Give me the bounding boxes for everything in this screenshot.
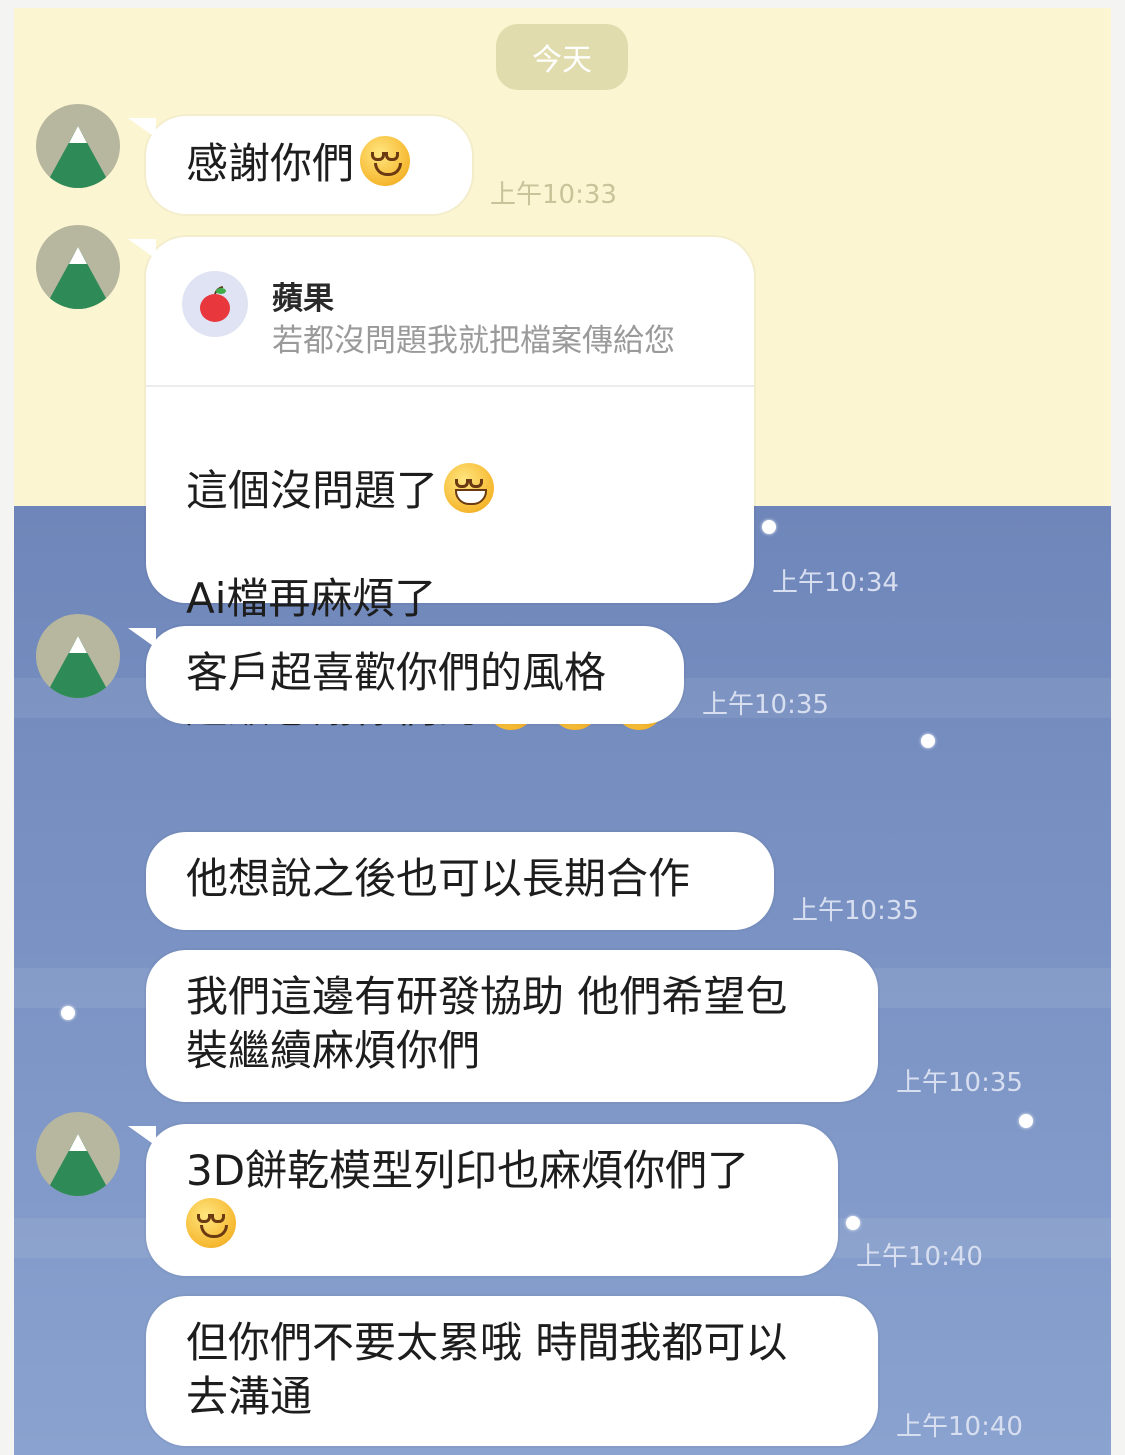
- message-time: 上午10:35: [792, 896, 919, 926]
- snowflake-icon: [1019, 1114, 1033, 1128]
- mountain-icon: [44, 126, 112, 188]
- message-text: 客戶超喜歡你們的風格: [186, 648, 607, 697]
- contact-avatar[interactable]: [36, 1112, 120, 1196]
- mountain-icon: [44, 247, 112, 309]
- snowflake-icon: [846, 1216, 860, 1230]
- message-time: 上午10:35: [896, 1068, 1023, 1098]
- message-bubble[interactable]: 客戶超喜歡你們的風格: [128, 626, 684, 724]
- message-bubble[interactable]: 我們這邊有研發協助 他們希望包 裝繼續麻煩你們: [146, 950, 878, 1102]
- message-text: 但你們不要太累哦 時間我都可以 去溝通: [186, 1318, 788, 1421]
- message-text: 3D餅乾模型列印也麻煩你們了: [186, 1144, 808, 1253]
- date-separator: 今天: [496, 24, 628, 90]
- grinning-face-icon: [444, 463, 495, 513]
- mountain-icon: [44, 1134, 112, 1196]
- message-text: 他想說之後也可以長期合作: [186, 854, 691, 903]
- contact-avatar[interactable]: [36, 104, 120, 188]
- message-time: 上午10:34: [772, 568, 899, 598]
- reply-quoted-text: 若都沒問題我就把檔案傳給您: [272, 323, 675, 359]
- message-bubble[interactable]: 3D餅乾模型列印也麻煩你們了: [128, 1124, 838, 1276]
- message-bubble[interactable]: 但你們不要太累哦 時間我都可以 去溝通: [146, 1296, 878, 1446]
- snowflake-icon: [61, 1006, 75, 1020]
- message-time: 上午10:40: [856, 1242, 983, 1272]
- message-text: 我們這邊有研發協助 他們希望包 裝繼續麻煩你們: [186, 972, 788, 1075]
- snowflake-icon: [921, 734, 935, 748]
- smiling-face-icon: [360, 136, 411, 186]
- message-line: 這個沒問題了: [186, 463, 724, 518]
- message-time: 上午10:35: [702, 690, 829, 720]
- snowflake-icon: [762, 520, 776, 534]
- reply-message-bubble[interactable]: 蘋果 若都沒問題我就把檔案傳給您 這個沒問題了 Ai檔再麻煩了 超級感謝你們的: [128, 237, 754, 732]
- message-bubble[interactable]: 感謝你們: [128, 116, 472, 214]
- message-time: 上午10:33: [490, 180, 617, 210]
- message-bubble[interactable]: 他想說之後也可以長期合作: [146, 832, 774, 930]
- smiling-face-icon: [186, 1198, 236, 1248]
- mountain-icon: [44, 636, 112, 698]
- reply-quote-header[interactable]: 蘋果 若都沒問題我就把檔案傳給您: [146, 237, 754, 387]
- apple-icon: [182, 271, 248, 337]
- message-text: 感謝你們: [186, 136, 442, 191]
- contact-avatar[interactable]: [36, 614, 120, 698]
- contact-avatar[interactable]: [36, 225, 120, 309]
- message-text: 這個沒問題了 Ai檔再麻煩了 超級感謝你們的: [186, 409, 724, 789]
- message-time: 上午10:40: [896, 1412, 1023, 1442]
- reply-sender-name: 蘋果: [272, 281, 334, 317]
- message-line: Ai檔再麻煩了: [186, 574, 437, 623]
